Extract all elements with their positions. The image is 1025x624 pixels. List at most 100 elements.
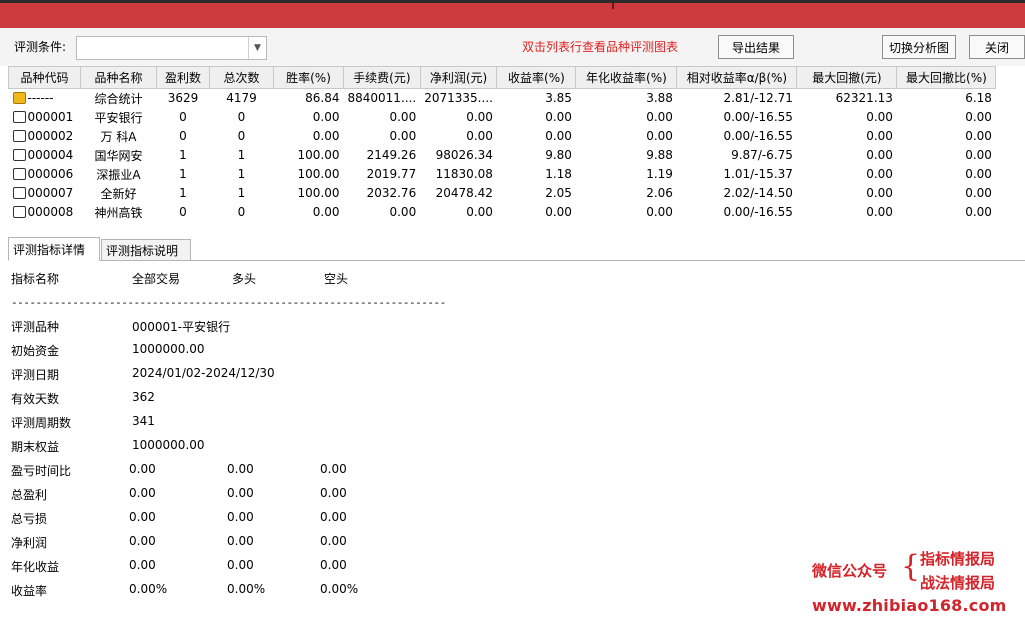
watermark: 微信公众号 { 指标情报局 战法情报局 www.zhibiao168.com — [812, 548, 1022, 618]
detail-label: 评测日期 — [11, 368, 60, 382]
detail-label: 评测周期数 — [11, 416, 72, 430]
cell-code-text: 000008 — [27, 205, 74, 219]
condition-select[interactable]: ▼ — [76, 36, 267, 60]
detail-v1: 0.00 — [129, 558, 156, 572]
column-header[interactable]: 总次数 — [209, 66, 274, 89]
title-bar — [0, 0, 1025, 28]
results-grid: 品种代码 品种名称 盈利数 总次数 胜率(%) 手续费(元) 净利润(元) 收益率(%) 年化收… — [8, 66, 997, 222]
table-row[interactable]: 000002 万 科A 0 0 0.00 0.00 0.00 0.00 0.00 0.00/-16… — [9, 127, 996, 146]
cell-rel: 0.00/-16.55 — [723, 129, 793, 143]
detail-tabs: 评测指标详情 评测指标说明 — [8, 237, 1025, 261]
cell-profit: 98026.34 — [435, 148, 493, 162]
hint-text: 双击列表行查看品种评测图表 — [522, 40, 679, 54]
column-header[interactable]: 最大回撤(元) — [796, 66, 898, 89]
close-button[interactable]: 关闭 — [969, 35, 1025, 59]
table-row[interactable]: ------ 综合统计 3629 4179 86.84 8840011.... 207133… — [9, 89, 996, 108]
document-icon — [12, 206, 26, 218]
cell-maxdd: 0.00 — [866, 129, 893, 143]
cell-code-text: 000002 — [27, 129, 74, 143]
cell-profit: 0.00 — [466, 110, 493, 124]
tab-explain[interactable]: 评测指标说明 — [101, 239, 191, 261]
document-icon — [12, 187, 26, 199]
table-row[interactable]: 000001 平安银行 0 0 0.00 0.00 0.00 0.00 0.00 0.00/-16… — [9, 108, 996, 127]
cell-maxddr: 0.00 — [965, 186, 992, 200]
summary-icon — [12, 92, 26, 105]
detail-label: 净利润 — [11, 536, 48, 550]
cell-total: 1 — [237, 167, 246, 181]
cell-annual: 0.00 — [646, 129, 673, 143]
column-header[interactable]: 手续费(元) — [343, 66, 421, 89]
detail-label: 总盈利 — [11, 488, 48, 502]
detail-header-all: 全部交易 — [132, 272, 181, 286]
cell-maxdd: 0.00 — [866, 205, 893, 219]
condition-label: 评测条件: — [14, 40, 67, 54]
cell-winrate: 0.00 — [312, 205, 340, 219]
detail-label: 收益率 — [11, 584, 48, 598]
export-button[interactable]: 导出结果 — [718, 35, 794, 59]
watermark-brace: { — [901, 549, 921, 584]
table-row[interactable]: 000008 神州高铁 0 0 0.00 0.00 0.00 0.00 0.00 0.00/-16… — [9, 203, 996, 222]
cell-rel: 2.81/-12.71 — [723, 91, 793, 106]
cell-annual: 0.00 — [646, 110, 673, 124]
detail-v3: 0.00 — [320, 510, 347, 524]
detail-v1: 341 — [132, 414, 155, 428]
detail-header-short: 空头 — [324, 272, 349, 286]
detail-header-long: 多头 — [232, 272, 257, 286]
cell-total: 1 — [237, 186, 246, 200]
cell-winrate: 86.84 — [305, 91, 340, 106]
column-header[interactable]: 年化收益率(%) — [575, 66, 678, 89]
column-header[interactable]: 品种代码 — [8, 66, 81, 89]
cell-maxdd: 0.00 — [866, 186, 893, 200]
document-icon — [12, 149, 26, 161]
detail-v1: 0.00 — [129, 462, 156, 476]
document-icon — [12, 111, 26, 123]
cell-fee: 2032.76 — [366, 186, 417, 200]
tab-detail[interactable]: 评测指标详情 — [8, 237, 100, 261]
cell-wins: 1 — [179, 148, 187, 162]
cell-maxddr: 0.00 — [965, 167, 992, 181]
cell-fee: 2149.26 — [366, 148, 417, 162]
cell-code: 000008 — [9, 203, 81, 222]
document-icon — [12, 168, 26, 180]
table-row[interactable]: 000007 全新好 1 1 100.00 2032.76 20478.42 2.05 2.06… — [9, 184, 996, 203]
column-header[interactable]: 收益率(%) — [496, 66, 577, 89]
detail-v3: 0.00 — [320, 462, 347, 476]
cell-profit: 2071335.... — [424, 91, 493, 106]
cell-maxddr: 0.00 — [965, 110, 992, 124]
column-header[interactable]: 净利润(元) — [419, 66, 498, 89]
cell-profit: 0.00 — [466, 129, 493, 143]
cell-fee: 2019.77 — [366, 167, 417, 181]
detail-row: 总亏损 0.00 0.00 0.00 — [11, 510, 611, 528]
detail-v1: 0.00% — [129, 582, 168, 596]
column-header[interactable]: 品种名称 — [80, 66, 157, 89]
detail-v2: 0.00 — [227, 558, 254, 572]
table-row[interactable]: 000004 国华网安 1 1 100.00 2149.26 98026.34 9.80 9.8… — [9, 146, 996, 165]
cell-fee: 0.00 — [389, 205, 417, 219]
cell-fee: 0.00 — [389, 129, 417, 143]
detail-v2: 0.00 — [227, 534, 254, 548]
cell-code-text: 000006 — [27, 167, 74, 181]
cell-total: 1 — [237, 148, 246, 162]
chevron-down-icon[interactable]: ▼ — [248, 37, 266, 59]
column-header[interactable]: 盈利数 — [156, 66, 210, 89]
title-bar-notch — [612, 3, 614, 9]
detail-row: 净利润 0.00 0.00 0.00 — [11, 534, 611, 552]
cell-rel: 0.00/-16.55 — [723, 205, 793, 219]
detail-row: 盈亏时间比 0.00 0.00 0.00 — [11, 462, 611, 480]
column-header[interactable]: 相对收益率α/β(%) — [676, 66, 798, 89]
cell-ret: 1.18 — [545, 167, 572, 181]
switch-chart-button[interactable]: 切换分析图 — [882, 35, 956, 59]
detail-row: 有效天数 362 — [11, 390, 611, 408]
cell-fee: 0.00 — [389, 110, 417, 124]
cell-fee: 8840011.... — [347, 91, 417, 106]
cell-maxdd: 0.00 — [866, 148, 893, 162]
table-row[interactable]: 000006 深振业A 1 1 100.00 2019.77 11830.08 1.18 1.1… — [9, 165, 996, 184]
column-header[interactable]: 最大回撤比(%) — [896, 66, 997, 89]
cell-ret: 0.00 — [545, 129, 572, 143]
cell-winrate: 100.00 — [297, 186, 340, 200]
cell-winrate: 0.00 — [312, 129, 340, 143]
cell-annual: 3.88 — [646, 91, 673, 106]
cell-maxddr: 0.00 — [965, 205, 992, 219]
column-header[interactable]: 胜率(%) — [273, 66, 344, 89]
detail-label: 年化收益 — [11, 560, 60, 574]
